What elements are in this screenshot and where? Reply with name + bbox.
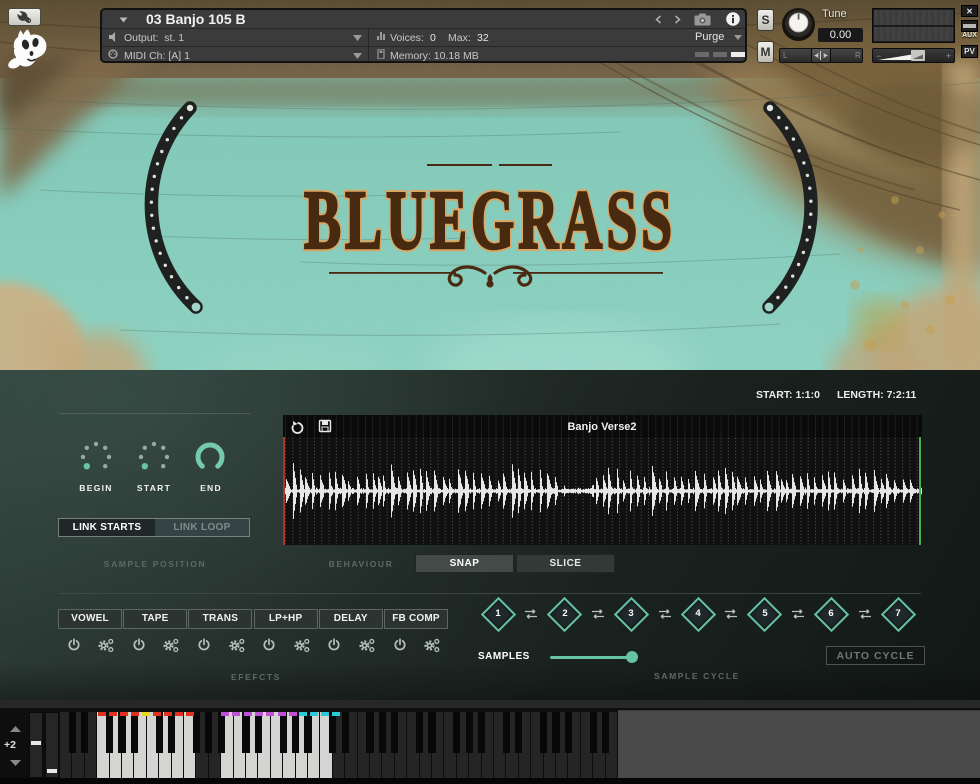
svg-text:Banjo Verse2: Banjo Verse2 — [567, 421, 636, 433]
